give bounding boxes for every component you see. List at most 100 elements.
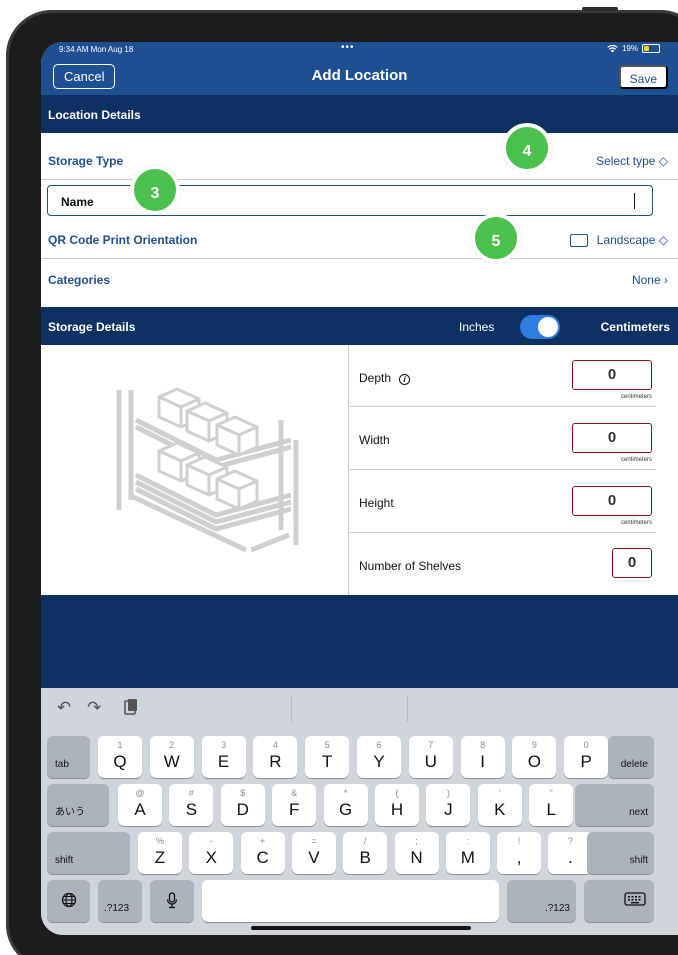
key-alt-char: ” [549,788,553,798]
key-i[interactable]: 8I [460,736,505,778]
key-o[interactable]: 9O [512,736,557,778]
categories-value[interactable]: None › [632,273,668,287]
key-n[interactable]: ; N [394,832,439,874]
key-q[interactable]: 1Q [98,736,142,778]
tab-key[interactable]: tab [47,736,90,778]
key-alt-char: ! [517,836,521,846]
space-bar[interactable] [202,880,499,922]
depth-row: Depth i 0 centimeters [350,345,656,407]
key-label: あいう [55,807,85,818]
mic-key[interactable] [150,880,194,922]
width-label: Width [359,433,390,447]
key-k[interactable]: ’ K [477,784,522,826]
key-char: , [516,848,522,867]
key-p[interactable]: 0P [564,736,609,778]
key-w[interactable]: 2W [149,736,194,778]
navigation-bar: 9:34 AM Mon Aug 18 ••• 19% Cancel Add Lo… [41,42,678,95]
centimeters-label: Centimeters [600,320,670,334]
key-char: P [580,752,592,771]
key-alt-char: 3 [221,740,227,750]
key-z[interactable]: % Z [138,832,182,874]
paste-icon[interactable] [123,698,139,721]
key-c[interactable]: + C [240,832,285,874]
home-indicator[interactable] [251,926,471,930]
key-h[interactable]: (H [375,784,419,826]
key-a[interactable]: @ A [118,784,162,826]
key-alt-char: 1 [117,740,123,750]
depth-input[interactable]: 0 [572,360,652,390]
text-caret [633,193,635,209]
key-alt-char: / [363,836,367,846]
key-u[interactable]: 7U [408,736,453,778]
toggle-knob [538,317,558,337]
hide-keyboard-key[interactable] [584,880,654,922]
shift-key-left[interactable]: shift [47,832,130,874]
key-comma[interactable]: !, [497,832,542,874]
key-char: S [185,800,198,819]
shift-key-right[interactable]: shift [587,832,654,874]
categories-row[interactable]: Categories None › [41,260,678,299]
key-f[interactable]: & F [272,784,317,826]
key-char: . [568,848,573,867]
key-alt-char: 9 [531,740,537,750]
key-alt-char: @ [135,788,145,798]
key-char: X [205,848,217,867]
volume-button [582,7,618,11]
shelf-boxes-icon [116,387,299,553]
key-char: E [217,752,230,771]
key-e[interactable]: 3E [201,736,246,778]
height-input[interactable]: 0 [572,486,652,516]
width-unit: centimeters [620,457,652,463]
keyboard-icon [624,892,646,910]
redo-icon[interactable]: ↷ [87,698,101,718]
keyboard-toolbar: ↶ ↷ [41,688,678,730]
multitask-dots[interactable]: ••• [341,42,355,53]
kana-key[interactable]: あいう [47,784,109,826]
storage-type-select[interactable]: Select type ◇ [596,154,668,168]
key-y[interactable]: 6Y [357,736,401,778]
qr-orientation-select[interactable]: Landscape ◇ [569,233,668,247]
key-v[interactable]: = V [291,832,336,874]
key-b[interactable]: / B [343,832,388,874]
key-r[interactable]: 4R [253,736,298,778]
mic-icon [150,892,194,913]
depth-unit: centimeters [620,394,652,400]
key-alt-char: 8 [480,740,486,750]
key-d[interactable]: $ D [220,784,265,826]
qr-orientation-row[interactable]: QR Code Print Orientation Landscape ◇ [41,220,678,259]
depth-label: Depth i [359,371,411,385]
app-screen: 9:34 AM Mon Aug 18 ••• 19% Cancel Add Lo… [41,42,678,935]
numbers-key-right[interactable]: .?123 [507,880,576,922]
info-icon[interactable]: i [399,374,411,385]
key-j[interactable]: ) J [426,784,471,826]
unit-toggle[interactable] [520,315,560,339]
battery-icon [642,44,660,53]
delete-key[interactable]: delete [608,736,654,778]
key-m[interactable]: :M [445,832,490,874]
key-t[interactable]: 5T [305,736,350,778]
undo-icon[interactable]: ↶ [57,698,71,718]
key-g[interactable]: * G [323,784,368,826]
key-alt-char: * [343,788,348,798]
save-button[interactable]: Save [618,65,668,89]
key-l[interactable]: ” L [529,784,574,826]
location-details-header: Location Details [41,95,678,133]
status-right: 19% [607,44,660,53]
callout-badge-3: 3 [130,165,180,215]
numbers-key-left[interactable]: .?123 [98,880,142,922]
key-char: Z [154,848,166,867]
globe-key[interactable] [47,880,90,922]
key-x[interactable]: -X [189,832,234,874]
key-s[interactable]: # S [169,784,214,826]
shelving-illustration [41,345,349,595]
key-char: C [256,848,269,867]
width-input[interactable]: 0 [572,423,652,453]
height-unit: centimeters [620,520,652,526]
shelves-input[interactable]: 0 [612,548,652,578]
next-key[interactable]: next [575,784,654,826]
battery-percent: 19% [621,44,638,53]
toolbar-divider [407,696,408,722]
key-period[interactable]: ?. [548,832,593,874]
key-alt-char: 6 [376,740,382,750]
key-char: G [338,800,353,819]
